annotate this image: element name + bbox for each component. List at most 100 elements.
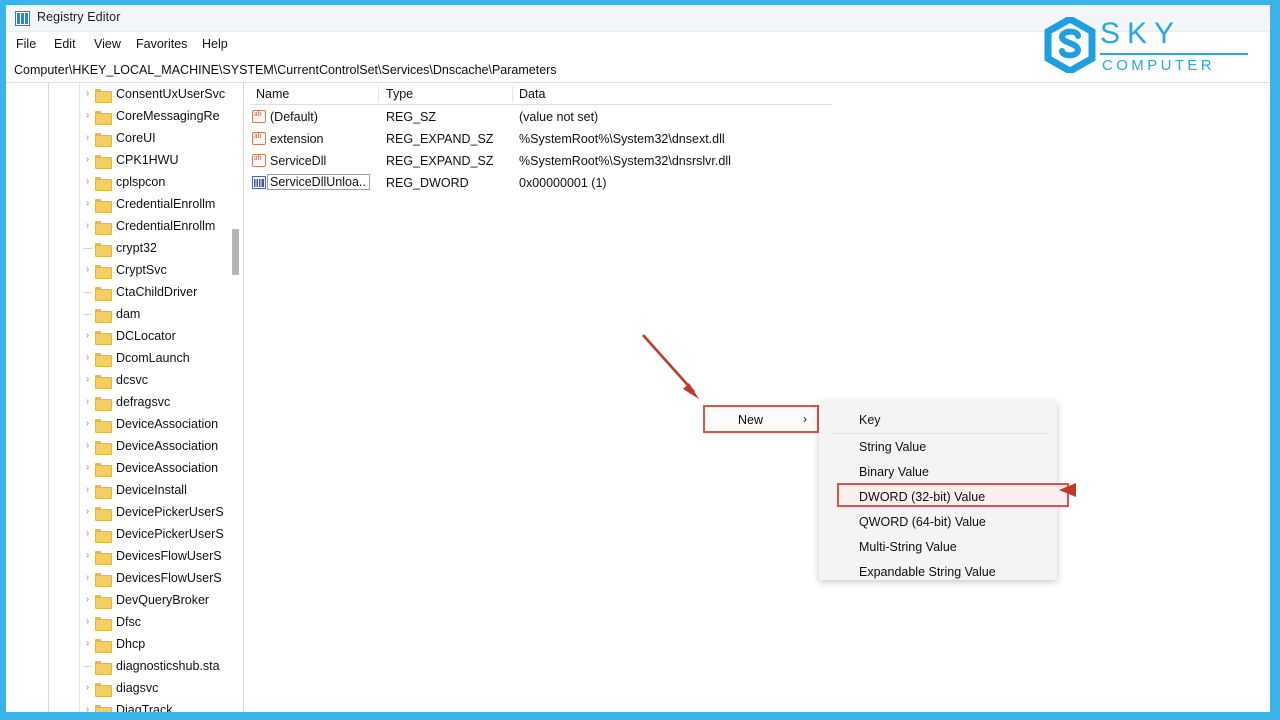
menu-item-help[interactable]: Help <box>202 37 228 51</box>
chevron-right-icon[interactable]: › <box>80 617 95 627</box>
tree-item[interactable]: ─ crypt32 <box>80 237 240 259</box>
tree-item[interactable]: › diagsvc <box>80 677 240 699</box>
value-row[interactable]: ServiceDllUnloa.. REG_DWORD 0x00000001 (1) <box>250 172 1270 194</box>
tree-item-label: Dfsc <box>116 615 141 629</box>
tree-item[interactable]: › ConsentUxUserSvc <box>80 83 240 105</box>
chevron-right-icon[interactable]: › <box>80 529 95 539</box>
registry-values-list[interactable]: Name Type Data (Default) REG_SZ (value not… <box>250 83 1270 712</box>
tree-item[interactable]: › DeviceAssociation <box>80 413 240 435</box>
tree-item-label: DevicePickerUserS <box>116 527 224 541</box>
chevron-right-icon[interactable]: › <box>80 463 95 473</box>
submenu-item[interactable]: Multi-String Value <box>819 534 1057 560</box>
chevron-right-icon[interactable]: › <box>80 155 95 165</box>
chevron-right-icon[interactable]: › <box>80 221 95 231</box>
new-submenu[interactable]: Key String Value Binary Value DWORD (32-bit… <box>819 401 1069 580</box>
chevron-right-icon[interactable]: › <box>80 177 95 187</box>
tree-item[interactable]: › Dhcp <box>80 633 240 655</box>
folder-icon <box>95 396 112 411</box>
folder-icon <box>95 374 112 389</box>
value-row[interactable]: ServiceDll REG_EXPAND_SZ %SystemRoot%\Syst… <box>250 150 1270 172</box>
chevron-right-icon[interactable]: › <box>80 375 95 385</box>
chevron-right-icon[interactable]: › <box>80 265 95 275</box>
tree-item[interactable]: › cplspcon <box>80 171 240 193</box>
chevron-right-icon[interactable]: › <box>80 507 95 517</box>
submenu-item[interactable]: Binary Value <box>819 459 1057 485</box>
tree-item[interactable]: › dcsvc <box>80 369 240 391</box>
submenu-item-label: DWORD (32-bit) Value <box>859 490 986 504</box>
tree-item[interactable]: › DCLocator <box>80 325 240 347</box>
value-row[interactable]: extension REG_EXPAND_SZ %SystemRoot%\Syste… <box>250 128 1270 150</box>
tree-item-label: crypt32 <box>116 241 157 255</box>
chevron-right-icon[interactable]: › <box>80 705 95 713</box>
tree-item[interactable]: › DeviceAssociation <box>80 457 240 479</box>
chevron-right-icon[interactable]: › <box>80 683 95 693</box>
submenu-item[interactable]: String Value <box>819 434 1057 460</box>
tree-item[interactable]: › DevicesFlowUserS <box>80 545 240 567</box>
chevron-right-icon[interactable]: › <box>80 89 95 99</box>
context-menu-new-label: New <box>738 413 764 427</box>
tree-item[interactable]: ─ CtaChildDriver <box>80 281 240 303</box>
menu-item-file[interactable]: File <box>16 37 36 51</box>
tree-scrollbar-thumb[interactable] <box>232 229 239 275</box>
tree-item[interactable]: › DcomLaunch <box>80 347 240 369</box>
tree-item[interactable]: › Dfsc <box>80 611 240 633</box>
tree-item[interactable]: › defragsvc <box>80 391 240 413</box>
tree-item[interactable]: › CredentialEnrollm <box>80 193 240 215</box>
value-row[interactable]: (Default) REG_SZ (value not set) <box>250 106 1270 128</box>
tree-item[interactable]: › CoreUI <box>80 127 240 149</box>
folder-icon <box>95 154 112 169</box>
column-header-type[interactable]: Type <box>386 87 413 101</box>
chevron-right-icon[interactable]: › <box>80 419 95 429</box>
dword-value-icon <box>252 176 266 189</box>
registry-editor-window: Registry Editor File Edit View Favorites… <box>6 5 1270 712</box>
tree-list-splitter[interactable] <box>243 83 244 712</box>
chevron-right-icon[interactable]: › <box>80 111 95 121</box>
tree-item[interactable]: ─ diagnosticshub.sta <box>80 655 240 677</box>
tree-item[interactable]: › DevicesFlowUserS <box>80 567 240 589</box>
menu-item-view[interactable]: View <box>94 37 121 51</box>
tree-item[interactable]: › DiagTrack <box>80 699 240 712</box>
folder-icon <box>95 198 112 213</box>
window-title: Registry Editor <box>37 10 121 24</box>
chevron-right-icon[interactable]: › <box>80 353 95 363</box>
tree-item[interactable]: › CryptSvc <box>80 259 240 281</box>
submenu-item[interactable]: Key <box>819 407 1057 433</box>
logo-wordmark: SKY <box>1100 17 1182 50</box>
chevron-right-icon[interactable]: › <box>80 485 95 495</box>
column-header-data[interactable]: Data <box>519 87 545 101</box>
chevron-right-icon: › <box>803 412 807 426</box>
context-menu-item-new[interactable]: New › <box>703 405 819 433</box>
registry-tree[interactable]: › ConsentUxUserSvc › CoreMessagingRe › CoreUI… <box>80 83 240 712</box>
column-separator-1[interactable] <box>378 86 379 102</box>
column-header-name[interactable]: Name <box>256 87 289 101</box>
folder-icon <box>95 440 112 455</box>
chevron-right-icon[interactable]: › <box>80 551 95 561</box>
tree-item[interactable]: › DevQueryBroker <box>80 589 240 611</box>
chevron-right-icon[interactable]: › <box>80 133 95 143</box>
tree-scrollbar[interactable] <box>230 83 241 712</box>
tree-item[interactable]: › CoreMessagingRe <box>80 105 240 127</box>
tree-item[interactable]: › DevicePickerUserS <box>80 523 240 545</box>
column-separator-2[interactable] <box>512 86 513 102</box>
chevron-right-icon[interactable]: › <box>80 199 95 209</box>
submenu-item[interactable]: DWORD (32-bit) Value <box>819 484 1057 510</box>
submenu-item-label: String Value <box>859 440 927 454</box>
submenu-item[interactable]: QWORD (64-bit) Value <box>819 509 1057 535</box>
chevron-right-icon[interactable]: › <box>80 331 95 341</box>
tree-item[interactable]: › DeviceAssociation <box>80 435 240 457</box>
chevron-right-icon[interactable]: › <box>80 397 95 407</box>
menu-item-edit[interactable]: Edit <box>54 37 76 51</box>
tree-item[interactable]: › CredentialEnrollm <box>80 215 240 237</box>
tree-item-label: DCLocator <box>116 329 176 343</box>
tree-item[interactable]: › CPK1HWU <box>80 149 240 171</box>
tree-item[interactable]: › DevicePickerUserS <box>80 501 240 523</box>
chevron-right-icon[interactable]: › <box>80 595 95 605</box>
menu-item-favorites[interactable]: Favorites <box>136 37 187 51</box>
chevron-right-icon[interactable]: › <box>80 573 95 583</box>
chevron-right-icon[interactable]: › <box>80 639 95 649</box>
submenu-item[interactable]: Expandable String Value <box>819 559 1057 585</box>
tree-leaf-marker: ─ <box>83 285 92 299</box>
chevron-right-icon[interactable]: › <box>80 441 95 451</box>
tree-item[interactable]: ─ dam <box>80 303 240 325</box>
tree-item[interactable]: › DeviceInstall <box>80 479 240 501</box>
